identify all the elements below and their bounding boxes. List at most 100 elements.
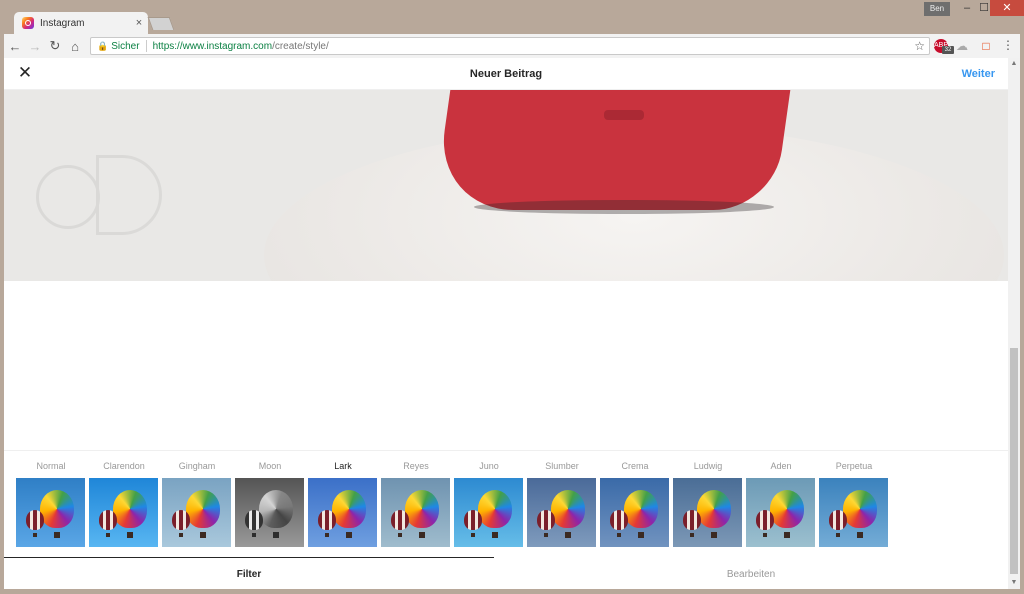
hot-air-balloon-icon	[26, 510, 44, 530]
hot-air-balloon-icon	[405, 490, 439, 528]
forward-arrow-icon[interactable]: →	[26, 39, 44, 54]
window-titlebar: Instagram × Ben – ☐ ✕	[0, 0, 1024, 34]
filter-item[interactable]: Moon	[235, 461, 305, 547]
hot-air-balloon-icon	[683, 510, 701, 530]
hot-air-balloon-icon	[318, 510, 336, 530]
balloon-basket	[565, 532, 571, 538]
balloon-basket	[33, 533, 37, 537]
filter-item[interactable]: Juno	[454, 461, 524, 547]
balloon-basket	[638, 532, 644, 538]
scrollbar-thumb[interactable]	[1010, 348, 1018, 574]
hot-air-balloon-icon	[40, 490, 74, 528]
hot-air-balloon-icon	[843, 490, 877, 528]
filter-strip: Normal Clarendon Gingham Moon Lark Reyes Juno S…	[4, 450, 1008, 558]
hot-air-balloon-icon	[391, 510, 409, 530]
browser-menu-icon[interactable]: ⋮	[1002, 38, 1014, 52]
profile-badge[interactable]: Ben	[924, 2, 950, 16]
tab-title: Instagram	[40, 17, 85, 29]
scroll-up-arrow-icon[interactable]: ▲	[1008, 58, 1020, 70]
back-arrow-icon[interactable]: ←	[6, 39, 24, 54]
filter-thumbnail[interactable]	[527, 478, 596, 547]
cloud-extension-icon[interactable]: ☁	[955, 39, 969, 53]
filter-name: Crema	[621, 461, 649, 471]
filter-thumbnail[interactable]	[819, 478, 888, 547]
tab-close-icon[interactable]: ×	[130, 17, 148, 29]
hot-air-balloon-icon	[624, 490, 658, 528]
address-bar[interactable]: 🔒 Sicher https://www.instagram.com /crea…	[90, 37, 930, 55]
hot-air-balloon-icon	[756, 510, 774, 530]
filter-name: Lark	[334, 461, 352, 471]
filter-thumbnail[interactable]	[381, 478, 450, 547]
balloon-basket	[857, 532, 863, 538]
filter-name: Gingham	[178, 461, 216, 471]
hot-air-balloon-icon	[610, 510, 628, 530]
office-extension-icon[interactable]: □	[979, 39, 993, 53]
filter-thumbnail[interactable]	[162, 478, 231, 547]
next-button[interactable]: Weiter	[962, 68, 995, 80]
photo-red-object	[433, 90, 795, 210]
balloon-basket	[836, 533, 840, 537]
balloon-basket	[492, 532, 498, 538]
filter-name: Slumber	[545, 461, 579, 471]
filter-thumbnail[interactable]	[600, 478, 669, 547]
active-tab-indicator	[4, 557, 494, 558]
hot-air-balloon-icon	[245, 510, 263, 530]
browser-toolbar: ← → ↻ ⌂ 🔒 Sicher https://www.instagram.c…	[4, 34, 1020, 58]
filter-name: Ludwig	[693, 461, 723, 471]
filter-item[interactable]: Lark	[308, 461, 378, 547]
balloon-basket	[763, 533, 767, 537]
filter-item[interactable]: Slumber	[527, 461, 597, 547]
photo-preview	[4, 90, 1008, 281]
hot-air-balloon-icon	[551, 490, 585, 528]
adblock-count-badge: 32	[942, 46, 954, 54]
reload-icon[interactable]: ↻	[46, 38, 64, 54]
balloon-basket	[252, 533, 256, 537]
filter-thumbnail[interactable]	[454, 478, 523, 547]
balloon-basket	[325, 533, 329, 537]
filter-thumbnail[interactable]	[746, 478, 815, 547]
post-header: ✕ Neuer Beitrag Weiter	[4, 58, 1008, 90]
balloon-basket	[200, 532, 206, 538]
secure-label: Sicher	[111, 40, 140, 52]
filter-item[interactable]: Clarendon	[89, 461, 159, 547]
window-close-icon[interactable]: ✕	[990, 0, 1024, 16]
filter-item[interactable]: Reyes	[381, 461, 451, 547]
balloon-basket	[471, 533, 475, 537]
balloon-basket	[106, 533, 110, 537]
tab-filter[interactable]: Filter	[4, 569, 494, 580]
hot-air-balloon-icon	[99, 510, 117, 530]
filter-thumbnail[interactable]	[308, 478, 377, 547]
balloon-basket	[54, 532, 60, 538]
filter-thumbnail[interactable]	[89, 478, 158, 547]
balloon-basket	[544, 533, 548, 537]
filter-item[interactable]: Normal	[16, 461, 86, 547]
filter-thumbnail[interactable]	[673, 478, 742, 547]
hot-air-balloon-icon	[770, 490, 804, 528]
filter-item[interactable]: Aden	[746, 461, 816, 547]
hot-air-balloon-icon	[537, 510, 555, 530]
url-path: /create/style/	[272, 40, 329, 52]
lock-icon: 🔒	[97, 40, 109, 51]
page-scrollbar[interactable]: ▲ ▼	[1008, 58, 1020, 589]
browser-tab[interactable]: Instagram ×	[14, 12, 148, 34]
hot-air-balloon-icon	[478, 490, 512, 528]
photo-shadow	[474, 200, 774, 214]
bottom-tabs: Filter Bearbeiten	[4, 557, 1008, 589]
home-icon[interactable]: ⌂	[66, 39, 84, 54]
filter-thumbnail[interactable]	[16, 478, 85, 547]
balloon-basket	[179, 533, 183, 537]
tab-edit[interactable]: Bearbeiten	[494, 569, 1008, 580]
instagram-page: ✕ Neuer Beitrag Weiter Normal Clarendon Gi…	[4, 58, 1020, 589]
bookmark-star-icon[interactable]: ☆	[914, 39, 925, 53]
filter-item[interactable]: Perpetua	[819, 461, 889, 547]
url-host: https://www.instagram.com	[152, 40, 273, 52]
filter-thumbnail[interactable]	[235, 478, 304, 547]
scroll-down-arrow-icon[interactable]: ▼	[1008, 577, 1020, 589]
filter-item[interactable]: Crema	[600, 461, 670, 547]
hot-air-balloon-icon	[172, 510, 190, 530]
filter-item[interactable]: Gingham	[162, 461, 232, 547]
balloon-basket	[690, 533, 694, 537]
filter-item[interactable]: Ludwig	[673, 461, 743, 547]
new-tab-button[interactable]	[147, 17, 175, 30]
hot-air-balloon-icon	[186, 490, 220, 528]
